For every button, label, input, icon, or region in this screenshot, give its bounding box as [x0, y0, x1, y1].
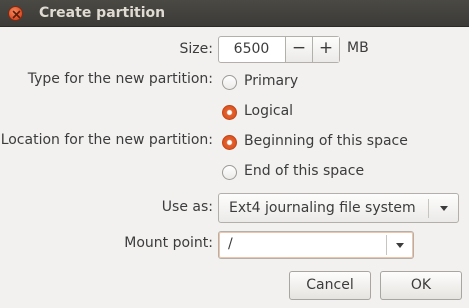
use-as-label: Use as: — [161, 199, 213, 215]
partition-location-label: Location for the new partition: — [0, 132, 213, 148]
dropdown-separator — [386, 235, 387, 255]
radio-end-label[interactable]: End of this space — [244, 163, 364, 179]
mount-point-label: Mount point: — [124, 235, 213, 251]
mount-point-combo[interactable]: / — [218, 231, 414, 259]
increment-button[interactable]: + — [312, 37, 339, 62]
radio-beginning-label[interactable]: Beginning of this space — [244, 133, 408, 149]
mount-point-input[interactable]: / — [228, 236, 233, 252]
ok-button[interactable]: OK — [380, 271, 462, 300]
close-icon — [12, 10, 21, 19]
radio-logical[interactable] — [222, 105, 237, 120]
size-value-field[interactable]: 6500 — [219, 41, 284, 57]
use-as-dropdown[interactable]: Ext4 journaling file system — [218, 193, 459, 223]
decrement-button[interactable]: − — [285, 37, 312, 62]
radio-beginning[interactable] — [222, 135, 237, 150]
plus-icon: + — [318, 38, 334, 58]
window-title: Create partition — [39, 5, 166, 21]
minus-icon: − — [291, 38, 307, 58]
size-spinbox[interactable]: 6500 − + — [218, 36, 340, 63]
size-label: Size: — [179, 41, 213, 57]
close-button[interactable] — [8, 6, 23, 21]
dropdown-separator — [428, 199, 429, 218]
radio-logical-label[interactable]: Logical — [244, 103, 293, 119]
use-as-value: Ext4 journaling file system — [229, 200, 416, 216]
size-unit: MB — [347, 40, 369, 56]
radio-primary-label[interactable]: Primary — [244, 73, 298, 89]
radio-primary[interactable] — [222, 75, 237, 90]
radio-end[interactable] — [222, 165, 237, 180]
partition-type-label: Type for the new partition: — [27, 71, 213, 87]
title-bar: Create partition — [0, 0, 469, 27]
cancel-button[interactable]: Cancel — [289, 271, 371, 300]
chevron-down-icon — [440, 206, 448, 211]
chevron-down-icon[interactable] — [396, 243, 404, 248]
